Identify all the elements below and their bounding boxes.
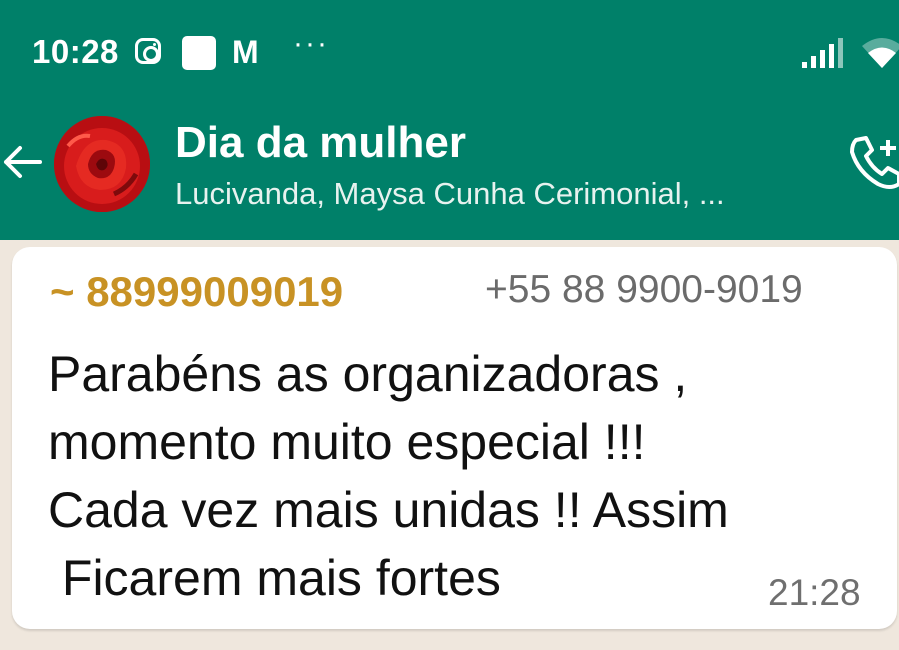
status-time: 10:28: [32, 33, 119, 70]
more-dots-icon: ···: [293, 27, 329, 60]
add-call-icon[interactable]: [850, 134, 899, 195]
gmail-icon: M: [232, 34, 259, 70]
message-timestamp: 21:28: [768, 572, 861, 613]
arrow-back-icon[interactable]: [0, 140, 44, 189]
group-avatar[interactable]: [54, 116, 150, 212]
instagram-icon: [135, 38, 161, 64]
signal-icon: [802, 38, 848, 73]
message-sender-name[interactable]: ~ 88999009019: [50, 268, 343, 316]
notification-square-icon: [182, 36, 216, 70]
wifi-icon: [862, 36, 899, 75]
chat-header: 10:28 M ··· Dia da mulher Lucivanda, May…: [0, 0, 899, 240]
message-text: Parabéns as organizadoras , momento muit…: [48, 346, 729, 606]
chat-title[interactable]: Dia da mulher: [175, 118, 466, 168]
chat-participants[interactable]: Lucivanda, Maysa Cunha Cerimonial, ...: [175, 176, 725, 212]
status-bar: 10:28 M ···: [0, 0, 899, 100]
message-sender-phone: +55 88 9900-9019: [485, 268, 803, 311]
